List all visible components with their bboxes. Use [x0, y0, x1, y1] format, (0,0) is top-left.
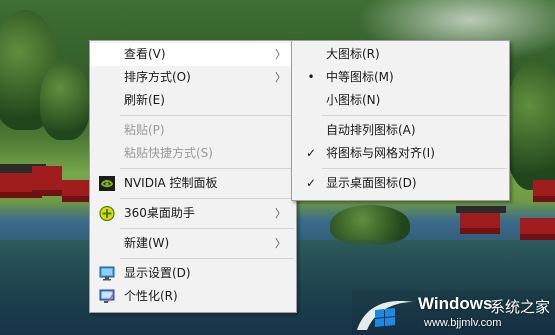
menu-item-label: 360桌面助手	[124, 206, 195, 220]
menu-separator	[120, 115, 294, 116]
submenu-item-show-desktop-icons[interactable]: ✓ 显示桌面图标(D)	[292, 172, 509, 195]
menu-separator	[322, 168, 507, 169]
wallpaper-tree	[40, 60, 90, 140]
menu-item-label: 粘贴快捷方式(S)	[124, 146, 213, 160]
chevron-right-icon: 〉	[275, 71, 286, 84]
menu-separator	[120, 258, 294, 259]
menu-item-label: 查看(V)	[124, 47, 166, 61]
menu-item-paste-shortcut: 粘贴快捷方式(S)	[90, 142, 296, 165]
menu-separator	[322, 115, 507, 116]
wallpaper-red-house	[460, 212, 500, 234]
menu-item-label: 个性化(R)	[124, 289, 178, 303]
submenu-item-large-icons[interactable]: 大图标(R)	[292, 43, 509, 66]
360-assistant-icon	[99, 206, 115, 221]
menu-item-360-desktop-assistant[interactable]: 360桌面助手 〉	[90, 202, 296, 225]
menu-item-label: NVIDIA 控制面板	[124, 176, 218, 190]
wallpaper-red-house	[62, 180, 90, 202]
menu-item-personalize[interactable]: 个性化(R)	[90, 285, 296, 308]
wallpaper-red-house	[533, 180, 555, 202]
display-settings-icon	[99, 266, 115, 281]
nvidia-icon	[99, 176, 115, 191]
menu-item-label: 刷新(E)	[124, 93, 165, 107]
menu-item-display-settings[interactable]: 显示设置(D)	[90, 262, 296, 285]
wallpaper-roof	[456, 206, 506, 213]
desktop-context-menu: 查看(V) 〉 排序方式(O) 〉 刷新(E) 粘贴(P) 粘贴快捷方式(S) …	[89, 40, 297, 313]
menu-separator	[120, 228, 294, 229]
chevron-right-icon: 〉	[275, 48, 286, 61]
submenu-item-auto-arrange[interactable]: 自动排列图标(A)	[292, 119, 509, 142]
personalize-icon	[99, 289, 115, 303]
menu-item-view[interactable]: 查看(V) 〉	[90, 43, 296, 66]
submenu-item-label: 中等图标(M)	[326, 70, 394, 84]
submenu-item-align-to-grid[interactable]: ✓ 将图标与网格对齐(I)	[292, 142, 509, 165]
selected-dot-icon: •	[307, 70, 315, 84]
wallpaper-red-house	[32, 166, 62, 196]
submenu-item-label: 大图标(R)	[326, 47, 380, 61]
watermark-site-url: www.bjjmlv.com	[424, 317, 502, 329]
watermark-brand: Windows	[418, 294, 493, 313]
menu-item-sort-by[interactable]: 排序方式(O) 〉	[90, 66, 296, 89]
submenu-item-label: 自动排列图标(A)	[326, 123, 416, 137]
menu-separator	[120, 168, 294, 169]
submenu-item-medium-icons[interactable]: • 中等图标(M)	[292, 66, 509, 89]
wallpaper-tree	[330, 205, 410, 245]
menu-item-nvidia-control-panel[interactable]: NVIDIA 控制面板	[90, 172, 296, 195]
view-submenu: 大图标(R) • 中等图标(M) 小图标(N) 自动排列图标(A) ✓ 将图标与…	[291, 40, 510, 201]
submenu-item-small-icons[interactable]: 小图标(N)	[292, 89, 509, 112]
windows-logo-icon	[357, 301, 413, 330]
menu-item-label: 排序方式(O)	[124, 70, 191, 84]
checkmark-icon: ✓	[305, 176, 317, 190]
chevron-right-icon: 〉	[275, 207, 286, 220]
menu-item-paste: 粘贴(P)	[90, 119, 296, 142]
checkmark-icon: ✓	[305, 146, 317, 160]
submenu-item-label: 将图标与网格对齐(I)	[326, 146, 435, 160]
menu-item-label: 新建(W)	[124, 236, 170, 250]
submenu-item-label: 小图标(N)	[326, 93, 381, 107]
menu-item-label: 粘贴(P)	[124, 123, 165, 137]
menu-item-new[interactable]: 新建(W) 〉	[90, 232, 296, 255]
menu-item-label: 显示设置(D)	[124, 266, 191, 280]
submenu-item-label: 显示桌面图标(D)	[326, 176, 417, 190]
chevron-right-icon: 〉	[275, 237, 286, 250]
menu-separator	[120, 198, 294, 199]
wallpaper-tree	[505, 60, 555, 190]
watermark-brand-cn: 系统之家	[490, 298, 551, 316]
wallpaper-red-house	[520, 218, 555, 240]
menu-item-refresh[interactable]: 刷新(E)	[90, 89, 296, 112]
